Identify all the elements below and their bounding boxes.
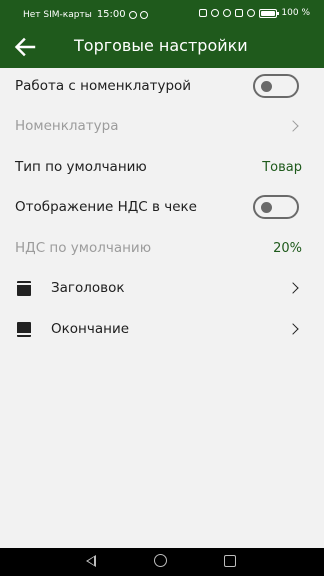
setting-label: Номенклатура <box>15 118 119 134</box>
nav-home-icon[interactable] <box>154 554 167 567</box>
page-title: Торговые настройки <box>74 36 248 55</box>
clock: 15:00 <box>96 9 126 20</box>
chevron-right-icon <box>287 323 299 335</box>
setting-label: Работа с номенклатурой <box>15 78 192 94</box>
setting-nomenclature[interactable]: Номенклатура <box>0 108 324 148</box>
arrow-left-icon <box>14 37 36 57</box>
system-nav-bar <box>0 548 324 576</box>
setting-label: Тип по умолчанию <box>15 159 147 175</box>
bluetooth-icon <box>211 9 220 17</box>
wifi-icon <box>247 9 256 17</box>
chevron-right-icon <box>287 282 299 294</box>
notification-icon <box>128 10 137 19</box>
app-header: Нет SIM-карты 15:00 100 % Торговые настр… <box>0 0 324 68</box>
setting-value: 20% <box>273 241 302 256</box>
toggle-knob <box>261 81 272 92</box>
setting-label: Отображение НДС в чеке <box>15 199 197 215</box>
vibrate-icon <box>235 9 244 17</box>
document-header-icon <box>17 281 31 296</box>
setting-label: НДС по умолчанию <box>15 240 152 256</box>
vat-display-toggle[interactable] <box>253 195 299 219</box>
app-bar: Торговые настройки <box>0 28 324 68</box>
setting-header[interactable]: Заголовок <box>0 270 324 310</box>
nfc-icon <box>199 9 208 17</box>
back-button[interactable] <box>10 32 40 62</box>
toggle-knob <box>261 202 272 213</box>
settings-list: Работа с номенклатурой Номенклатура Тип … <box>0 68 324 548</box>
setting-value: Товар <box>262 160 302 175</box>
chevron-right-icon <box>287 120 299 132</box>
status-bar: Нет SIM-карты 15:00 100 % <box>0 0 324 28</box>
status-right: 100 % <box>199 8 310 18</box>
battery-icon <box>259 8 280 18</box>
battery-percent: 100 % <box>281 8 310 18</box>
nav-recents-icon[interactable] <box>224 555 236 567</box>
do-not-disturb-icon <box>223 9 232 17</box>
status-left: Нет SIM-карты 15:00 <box>23 9 148 20</box>
setting-label: Заголовок <box>51 280 125 296</box>
setting-vat-display[interactable]: Отображение НДС в чеке <box>0 189 324 229</box>
carrier-text: Нет SIM-карты <box>23 9 92 20</box>
setting-footer[interactable]: Окончание <box>0 311 324 351</box>
notification-icon-2 <box>139 10 148 19</box>
document-footer-icon <box>17 322 31 337</box>
nav-back-icon[interactable] <box>86 555 96 567</box>
setting-label: Окончание <box>51 321 130 337</box>
nomenclature-work-toggle[interactable] <box>253 74 299 98</box>
setting-default-type[interactable]: Тип по умолчанию Товар <box>0 149 324 189</box>
setting-nomenclature-work[interactable]: Работа с номенклатурой <box>0 68 324 108</box>
setting-default-vat[interactable]: НДС по умолчанию 20% <box>0 230 324 270</box>
